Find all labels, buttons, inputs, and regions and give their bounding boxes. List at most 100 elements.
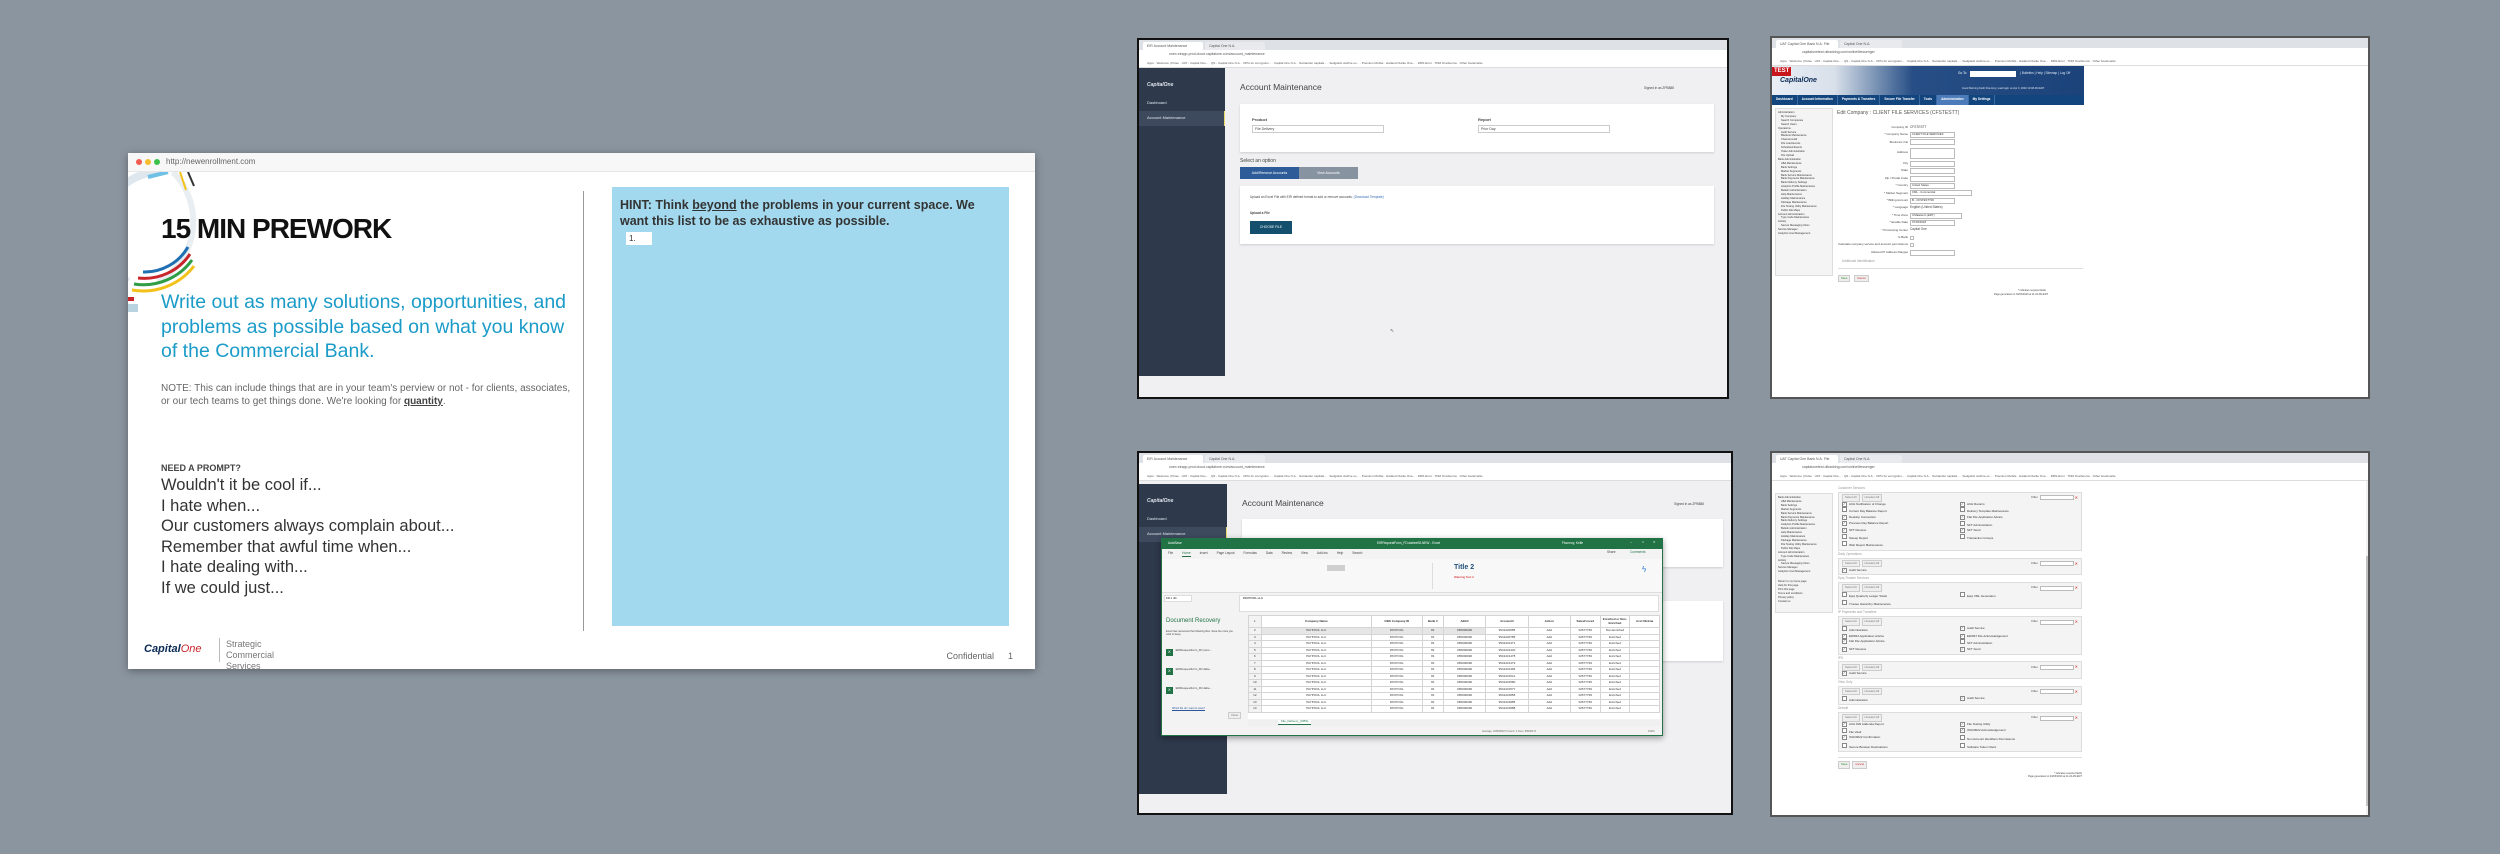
nav-tab[interactable]: Administration xyxy=(1937,95,1969,105)
form-field[interactable]: US/Eastern (EDT) xyxy=(1910,212,1962,219)
select-all-button[interactable]: Select All xyxy=(1842,560,1860,568)
nav-tab[interactable]: Account Information xyxy=(1798,95,1838,105)
permission-checkbox[interactable]: Delivery Template Maintenance xyxy=(1960,507,2078,515)
left-nav-item[interactable]: Analytics Cost Management xyxy=(1778,232,1830,236)
formula-bar[interactable]: PAYPOOL LLC xyxy=(1239,595,1659,612)
unselect-all-button[interactable]: Unselect All xyxy=(1861,663,1883,671)
form-field[interactable] xyxy=(1910,175,1955,182)
select-all-button[interactable]: Select All xyxy=(1842,584,1860,592)
goto-input[interactable] xyxy=(1970,71,2016,77)
download-template-link[interactable]: (Download Template) xyxy=(1354,195,1384,199)
form-field[interactable] xyxy=(1910,139,1955,146)
permission-checkbox[interactable]: Web Report Maintenance xyxy=(1842,541,1960,549)
ideas-icon[interactable]: ϟ xyxy=(1642,565,1646,575)
select-all-button[interactable]: Select All xyxy=(1842,663,1860,671)
name-box[interactable]: 1R x 4C xyxy=(1164,595,1192,602)
form-field[interactable] xyxy=(1910,147,1955,159)
cancel-button[interactable]: Cancel xyxy=(1854,275,1869,283)
scrollbar[interactable] xyxy=(2366,481,2368,815)
clear-filter-icon[interactable]: ✕ xyxy=(2075,620,2078,624)
ribbon-tab[interactable]: Formulas xyxy=(1244,551,1257,557)
table-cell[interactable]: PAYPOOL xyxy=(1370,705,1423,713)
address-bar[interactable]: onex-eirapp-prod.cloud.capitalone.com/ac… xyxy=(1139,50,1727,59)
table-cell[interactable]: PAYPOOL LLC xyxy=(1260,705,1372,713)
unselect-all-button[interactable]: Unselect All xyxy=(1861,560,1883,568)
form-field[interactable] xyxy=(1910,160,1955,167)
bookmarks-bar[interactable]: Apps · Welcome | Pulse · UAT - Capital O… xyxy=(1139,59,1727,68)
filter-input[interactable] xyxy=(2039,585,2074,591)
permission-checkbox[interactable]: ISO20022 Confirmation xyxy=(1842,735,1960,741)
address-bar[interactable]: capitalonetest.olbanking.com/onlineMesse… xyxy=(1772,48,2368,57)
checkbox[interactable] xyxy=(1910,243,1914,248)
ribbon-tab[interactable]: Data xyxy=(1266,551,1273,557)
unselect-all-button[interactable]: Unselect All xyxy=(1861,714,1883,722)
minimize-icon[interactable]: – xyxy=(1630,540,1632,545)
permission-checkbox[interactable]: Administration xyxy=(1842,626,1960,634)
permission-checkbox[interactable]: Previous Day Balance Report xyxy=(1842,521,1960,527)
clear-filter-icon[interactable]: ✕ xyxy=(2075,689,2078,694)
permission-checkbox[interactable]: Audit Service xyxy=(1960,696,2078,702)
add-remove-accounts-button[interactable]: Add/Remove Accounts xyxy=(1240,167,1299,179)
permission-checkbox[interactable]: Audit Service xyxy=(1960,626,2078,632)
table-cell[interactable]: 9542431888 xyxy=(1485,705,1529,713)
browser-tab[interactable]: EIR Account Maintenance xyxy=(1143,42,1203,50)
save-button[interactable]: Save xyxy=(1838,275,1851,283)
browser-tab[interactable]: Capital One N.A. xyxy=(1205,42,1265,50)
form-field[interactable]: 07/03/2018 xyxy=(1910,219,1955,226)
address-bar[interactable]: onex-eirapp-prod.cloud.capitalone.com/ac… xyxy=(1139,463,1731,472)
permission-checkbox[interactable]: SFT Receive xyxy=(1842,647,1960,653)
permission-checkbox[interactable]: Sweep Report xyxy=(1842,534,1960,542)
table-cell[interactable]: Add xyxy=(1527,705,1571,713)
table-cell[interactable]: 81 xyxy=(1421,705,1444,713)
form-field[interactable] xyxy=(1910,249,1955,256)
sidebar-item-account-maintenance[interactable]: Account Maintenance xyxy=(1139,110,1225,126)
zoom-level[interactable]: 100% xyxy=(1648,730,1655,733)
permission-checkbox[interactable]: Epiq Quarterly Ledger Totals xyxy=(1842,592,1960,600)
column-header[interactable]: Acct Nickna xyxy=(1629,615,1660,628)
clear-filter-icon[interactable]: ✕ xyxy=(2075,495,2078,500)
permission-checkbox[interactable]: Audit Service xyxy=(1842,671,1960,677)
filter-input[interactable] xyxy=(2039,715,2074,721)
permission-checkbox[interactable]: SFT Administration xyxy=(1960,521,2078,529)
form-field[interactable]: CML - Commercial xyxy=(1910,190,1972,197)
data-table[interactable]: 1 Company Name OBS Company ID Bank # ABA# Acc… xyxy=(1248,615,1660,713)
product-select[interactable]: File Delivery xyxy=(1252,125,1384,133)
autosave-toggle[interactable]: AutoSave xyxy=(1168,541,1182,546)
permission-checkbox[interactable]: Epiq XML Generation xyxy=(1960,592,2078,600)
column-header[interactable]: ABA# xyxy=(1442,615,1487,628)
permission-checkbox[interactable]: SFT Send xyxy=(1960,647,2078,653)
nav-tab[interactable]: Payments & Transfers xyxy=(1838,95,1881,105)
column-header[interactable]: Account# xyxy=(1485,615,1529,628)
permission-checkbox[interactable]: ISO20022 Acknowledgement xyxy=(1960,728,2078,734)
select-all-button[interactable]: Select All xyxy=(1842,618,1860,626)
browser-tab[interactable]: Capital One N.A. xyxy=(1840,455,1902,463)
nav-tab[interactable]: My Settings xyxy=(1969,95,1996,105)
select-all-button[interactable]: Select All xyxy=(1842,494,1860,502)
browser-tab[interactable]: UAT Capital One Bank N.A. File xyxy=(1776,40,1838,48)
sidebar-item-dashboard[interactable]: Dashboard xyxy=(1139,96,1225,111)
view-accounts-button[interactable]: View Accounts xyxy=(1299,167,1358,179)
form-field[interactable]: CLIENT FILE SERVICES xyxy=(1910,132,1955,139)
unselect-all-button[interactable]: Unselect All xyxy=(1861,687,1883,696)
browser-tab[interactable]: UAT Capital One Bank N.A. File xyxy=(1776,455,1838,463)
unselect-all-button[interactable]: Unselect All xyxy=(1861,584,1883,592)
bookmarks-bar[interactable]: Apps · Welcome | Pulse · UAT - Capital O… xyxy=(1139,472,1731,481)
ribbon-tab[interactable]: Page Layout xyxy=(1217,551,1235,557)
browser-tab[interactable]: Capital One N.A. xyxy=(1840,40,1902,48)
column-header[interactable]: Bank # xyxy=(1421,615,1444,628)
share-button[interactable]: Share xyxy=(1607,550,1616,555)
column-header[interactable]: Enriched or Non-Enriched xyxy=(1599,615,1631,628)
save-button[interactable]: Save xyxy=(1838,761,1851,769)
close-icon[interactable]: ✕ xyxy=(1653,540,1656,545)
table-row[interactable]: 14 PAYPOOL LLC PAYPOOL 81 065000090 954243188… xyxy=(1248,705,1660,713)
select-all-button[interactable]: Select All xyxy=(1842,714,1860,722)
permission-checkbox[interactable]: Audit Service xyxy=(1842,568,1960,574)
table-cell[interactable]: 065000090 xyxy=(1442,705,1487,713)
browser-tab[interactable]: EIR Account Maintenance xyxy=(1143,455,1203,463)
clear-filter-icon[interactable]: ✕ xyxy=(2075,586,2078,590)
column-header[interactable]: Action xyxy=(1527,615,1571,628)
permission-checkbox[interactable]: Current Day Balance Report xyxy=(1842,507,1960,515)
style-warning[interactable]: Warning Text 2 xyxy=(1454,575,1474,580)
report-select[interactable]: Prior Day xyxy=(1478,125,1610,133)
recovery-file[interactable]: X EIRRequestForm_FD (vers... xyxy=(1166,648,1238,668)
